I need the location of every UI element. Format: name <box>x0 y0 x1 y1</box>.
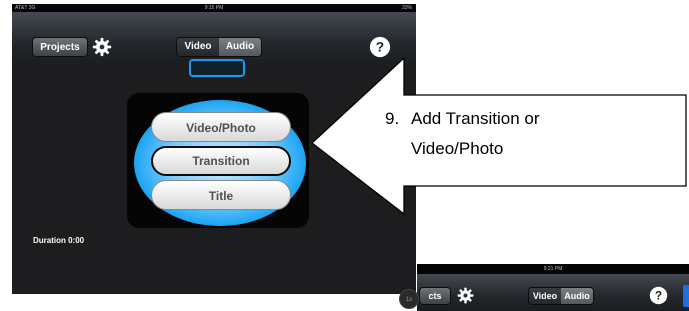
step-number: 9. <box>385 109 400 128</box>
callout-line-1: Add Transition or <box>411 109 540 128</box>
callout-text: 9. Add Transition or Video/Photo <box>385 104 540 164</box>
gear-icon[interactable] <box>456 286 475 305</box>
projects-button-2[interactable]: cts <box>419 287 451 305</box>
video-audio-toggle-2[interactable]: Video Audio <box>528 287 594 305</box>
tab-audio-2[interactable]: Audio <box>561 288 593 304</box>
status-bar-2: 9:21 PM <box>417 264 689 274</box>
tab-video-2[interactable]: Video <box>529 288 561 304</box>
help-icon[interactable]: ? <box>649 286 668 305</box>
callout-line-2: Video/Photo <box>411 139 504 158</box>
top-toolbar-2: cts Video Audio ? <box>417 274 689 311</box>
svg-text:?: ? <box>655 288 662 302</box>
next-step-screen: 9:21 PM cts Video Audio ? <box>417 264 689 311</box>
speed-badge[interactable]: 1x <box>399 289 419 309</box>
play-button-edge[interactable] <box>683 285 689 307</box>
